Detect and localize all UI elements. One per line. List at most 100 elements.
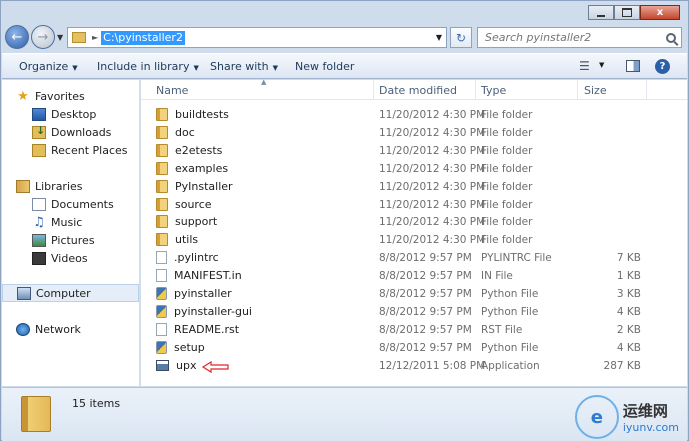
file-name: e2etests: [175, 143, 223, 157]
file-row[interactable]: setup 8/8/2012 9:57 PM Python File 4 KB: [141, 339, 687, 357]
nav-label: Favorites: [35, 89, 85, 103]
file-name: upx: [176, 358, 197, 372]
nav-item-downloads[interactable]: Downloads: [2, 123, 139, 141]
back-button[interactable]: ←: [5, 25, 29, 49]
nav-item-pictures[interactable]: Pictures: [2, 231, 139, 249]
watermark: e 运维网 iyunv.com: [574, 395, 679, 439]
file-row[interactable]: pyinstaller-gui 8/8/2012 9:57 PM Python Fi…: [141, 303, 687, 321]
nav-label: Documents: [51, 197, 114, 211]
file-row[interactable]: .pylintrc 8/8/2012 9:57 PM PYLINTRC File 7 …: [141, 249, 687, 267]
nav-item-desktop[interactable]: Desktop: [2, 105, 139, 123]
file-date: 11/20/2012 4:30 PM: [379, 216, 486, 229]
column-divider[interactable]: [646, 80, 647, 100]
file-date: 12/12/2011 5:08 PM: [379, 359, 486, 372]
nav-item-libraries[interactable]: Libraries: [2, 177, 139, 195]
help-button[interactable]: ?: [655, 59, 670, 74]
file-name: .pylintrc: [174, 251, 219, 265]
chevron-right-icon[interactable]: ►: [92, 33, 98, 42]
include-in-library-button[interactable]: Include in library ▼: [97, 60, 199, 73]
command-bar: Organize ▼ Include in library ▼ Share with…: [2, 53, 687, 79]
address-path[interactable]: C:\pyinstaller2: [101, 30, 185, 45]
search-box[interactable]: [477, 27, 682, 48]
file-row[interactable]: PyInstaller 11/20/2012 4:30 PM File folder: [141, 178, 687, 196]
column-name[interactable]: Name: [156, 84, 188, 97]
file-type: PYLINTRC File: [481, 252, 552, 265]
new-folder-button[interactable]: New folder: [295, 60, 354, 73]
organize-button[interactable]: Organize ▼: [19, 60, 78, 73]
file-name-cell: doc: [156, 125, 195, 139]
organize-label: Organize: [19, 60, 69, 73]
file-name: utils: [175, 233, 199, 247]
file-date: 11/20/2012 4:30 PM: [379, 126, 486, 139]
search-input[interactable]: [485, 31, 655, 44]
file-row[interactable]: MANIFEST.in 8/8/2012 9:57 PM IN File 1 KB: [141, 267, 687, 285]
maximize-button[interactable]: [614, 5, 640, 20]
nav-item-recent-places[interactable]: Recent Places: [2, 141, 139, 159]
file-date: 11/20/2012 4:30 PM: [379, 109, 486, 121]
nav-item-favorites[interactable]: ★ Favorites: [2, 87, 139, 105]
file-type: IN File: [481, 270, 513, 283]
share-with-button[interactable]: Share with ▼: [210, 60, 278, 73]
file-row[interactable]: README.rst 8/8/2012 9:57 PM RST File 2 KB: [141, 321, 687, 339]
file-name: source: [175, 197, 212, 211]
file-row[interactable]: source 11/20/2012 4:30 PM File folder: [141, 196, 687, 214]
close-button[interactable]: x: [640, 5, 680, 20]
py-icon: [156, 340, 167, 354]
music-icon: ♫: [33, 214, 45, 230]
change-view-button[interactable]: ☰: [579, 59, 590, 73]
file-row[interactable]: e2etests 11/20/2012 4:30 PM File folder: [141, 142, 687, 160]
nav-label: Pictures: [51, 233, 95, 247]
search-icon[interactable]: [666, 32, 676, 43]
file-type: File folder: [481, 162, 533, 175]
network-icon: [16, 322, 30, 336]
column-divider[interactable]: [373, 80, 374, 100]
file-size: 2 KB: [616, 323, 641, 336]
nav-item-documents[interactable]: Documents: [2, 195, 139, 213]
recent-pages-dropdown[interactable]: ▼: [57, 33, 63, 42]
nav-label: Recent Places: [51, 143, 128, 157]
refresh-button[interactable]: ↻: [450, 27, 472, 48]
file-type: File folder: [481, 144, 533, 157]
file-row[interactable]: pyinstaller 8/8/2012 9:57 PM Python File 3 …: [141, 285, 687, 303]
column-divider[interactable]: [577, 80, 578, 100]
nav-item-videos[interactable]: Videos: [2, 249, 139, 267]
address-dropdown-icon[interactable]: ▼: [432, 33, 446, 42]
nav-item-computer[interactable]: Computer: [2, 284, 139, 302]
file-row[interactable]: support 11/20/2012 4:30 PM File folder: [141, 213, 687, 231]
refresh-icon: ↻: [455, 30, 467, 45]
column-size[interactable]: Size: [584, 84, 607, 97]
file-row[interactable]: examples 11/20/2012 4:30 PM File folder: [141, 160, 687, 178]
column-divider[interactable]: [475, 80, 476, 100]
file-row[interactable]: doc 11/20/2012 4:30 PM File folder: [141, 124, 687, 142]
file-type: Python File: [481, 341, 539, 354]
folder-icon: [156, 233, 168, 247]
column-date-modified[interactable]: Date modified: [379, 84, 457, 97]
folder-icon: [156, 161, 168, 175]
minimize-button[interactable]: [588, 5, 614, 20]
libraries-icon: [16, 179, 30, 193]
file-date: 8/8/2012 9:57 PM: [379, 252, 472, 265]
file-name-cell: pyinstaller: [156, 287, 232, 300]
file-icon: [156, 322, 167, 336]
file-name-cell: setup: [156, 340, 205, 354]
folder-icon: [21, 396, 51, 432]
forward-arrow-icon: →: [37, 29, 49, 45]
forward-button[interactable]: →: [31, 25, 55, 49]
file-name: buildtests: [175, 108, 229, 121]
address-bar[interactable]: ► C:\pyinstaller2 ▼: [67, 27, 447, 48]
sort-caret-icon: ▲: [261, 78, 267, 86]
annotation-arrow-icon: [201, 361, 229, 374]
file-name-cell: examples: [156, 161, 228, 175]
explorer-window: x ← → ▼ ► C:\pyinstaller2 ▼ ↻ Organize▼ …: [0, 0, 689, 441]
file-row[interactable]: utils 11/20/2012 4:30 PM File folder: [141, 231, 687, 249]
nav-item-network[interactable]: Network: [2, 320, 139, 338]
nav-item-music[interactable]: ♫ Music: [2, 213, 139, 231]
column-type[interactable]: Type: [481, 84, 506, 97]
file-row[interactable]: buildtests 11/20/2012 4:30 PM File folder: [141, 106, 687, 124]
file-name: support: [175, 215, 218, 229]
preview-pane-button[interactable]: [626, 60, 640, 72]
watermark-en: iyunv.com: [622, 421, 679, 434]
view-options-dropdown[interactable]: ▼: [599, 61, 604, 69]
file-name-cell: source: [156, 197, 212, 211]
file-name-cell: upx: [156, 359, 196, 372]
